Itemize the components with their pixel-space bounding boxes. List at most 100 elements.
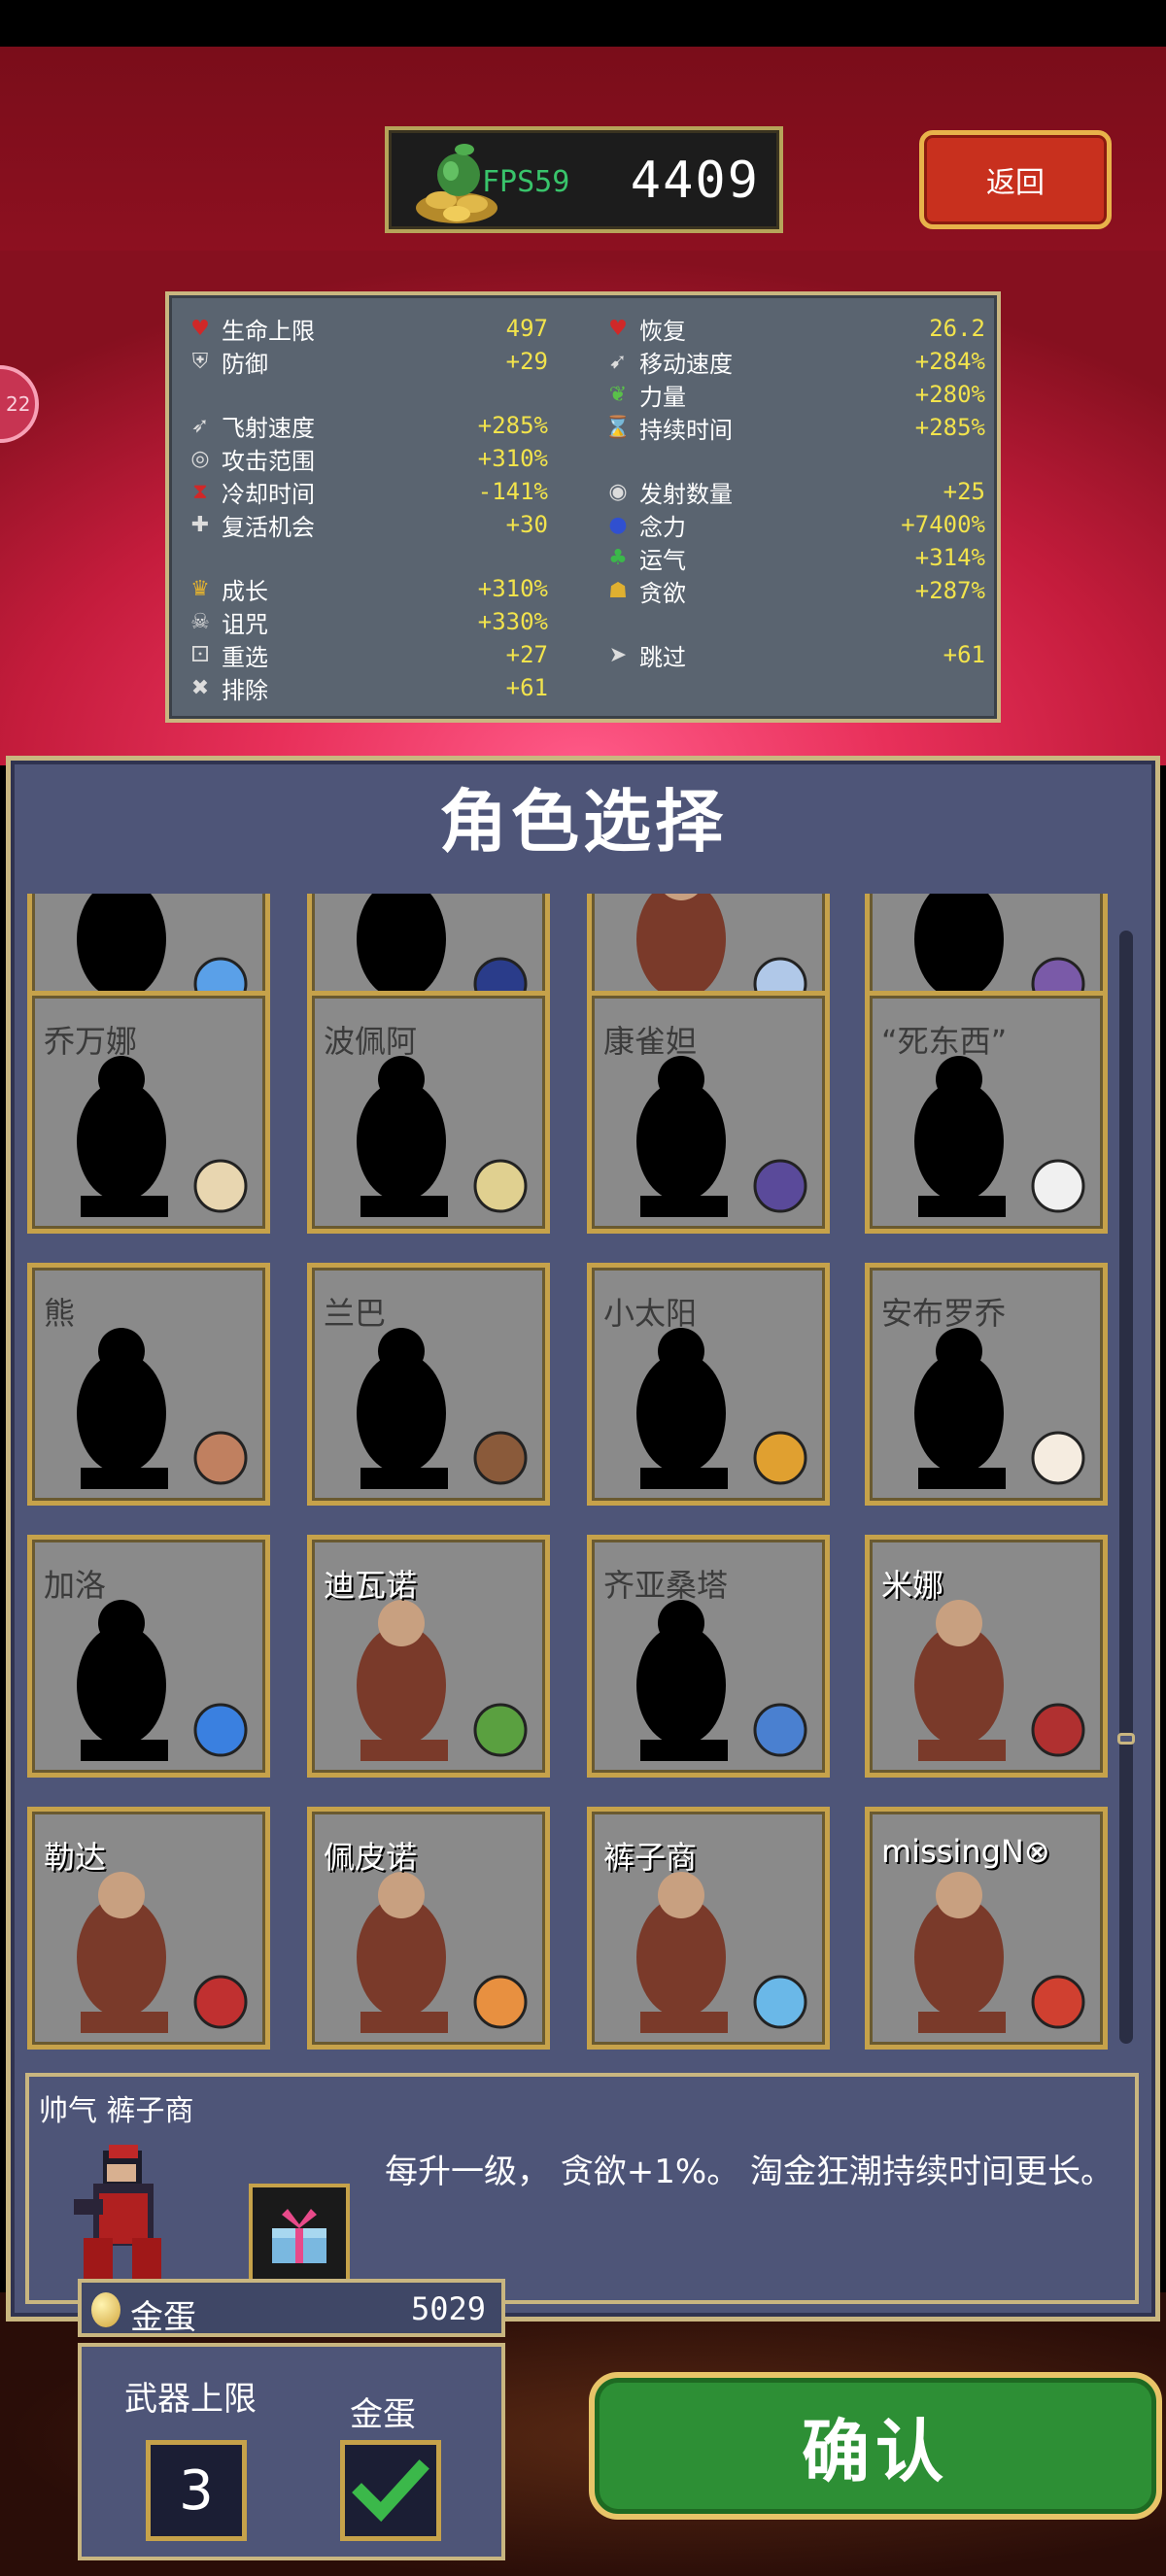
- area-icon: ◎: [190, 446, 210, 471]
- revival-icon: ✚: [190, 512, 210, 537]
- character-name: 迪瓦诺: [324, 1567, 418, 1604]
- stat-label: 诅咒: [222, 610, 268, 638]
- character-card[interactable]: 乔万娜: [27, 991, 270, 1234]
- side-badge-count: 22: [6, 392, 31, 416]
- character-card[interactable]: 裤子商: [587, 1807, 830, 2050]
- stat-label: 飞射速度: [222, 414, 315, 442]
- stat-row: ✖ 排除 +61: [187, 672, 548, 704]
- selected-character-description: 每升一级， 贪欲+1%。 淘金狂潮持续时间更长。: [385, 2152, 1115, 2191]
- character-card[interactable]: 米娜: [865, 1535, 1108, 1778]
- character-card[interactable]: 勒达: [27, 1807, 270, 2050]
- dice-icon: ⚀: [190, 642, 210, 667]
- cooldown-icon: ⧗: [192, 479, 208, 504]
- stat-row: ⧗ 冷却时间 -141%: [187, 476, 548, 508]
- character-name: 加洛: [44, 1567, 107, 1604]
- character-name: 兰巴: [324, 1295, 387, 1332]
- character-card[interactable]: 迪瓦诺: [307, 1535, 550, 1778]
- stat-value: 26.2: [929, 315, 985, 342]
- stat-value: +314%: [914, 544, 985, 571]
- character-card[interactable]: missingN⊗: [865, 1807, 1108, 2050]
- golden-egg-counter: 金蛋 5029: [78, 2279, 505, 2337]
- stat-row: ⌛ 持续时间 +285%: [604, 412, 985, 444]
- stat-value: +310%: [477, 445, 548, 472]
- speed-icon: ➶: [190, 413, 210, 438]
- stat-label: 发射数量: [639, 480, 733, 508]
- stat-value: +310%: [477, 575, 548, 602]
- stat-row: ➶ 飞射速度 +285%: [187, 410, 548, 442]
- stat-label: 复活机会: [222, 513, 315, 541]
- character-card[interactable]: 兰巴: [307, 1263, 550, 1506]
- stat-value: -141%: [477, 478, 548, 505]
- character-grid[interactable]: 乔万娜 波佩阿 康雀妲 “死东西” 熊 兰巴 小太阳 安布罗乔加洛 迪瓦诺 齐亚桑塔 米娜勒达 佩皮诺…: [27, 894, 1115, 2053]
- stat-label: 防御: [222, 350, 268, 378]
- skull-icon: ☠: [190, 609, 210, 634]
- character-card[interactable]: 熊: [27, 1263, 270, 1506]
- skip-icon: ➤: [608, 642, 628, 667]
- confirm-button[interactable]: 确认: [589, 2372, 1162, 2520]
- stat-label: 攻击范围: [222, 447, 315, 475]
- options-panel: 武器上限 金蛋 3: [78, 2343, 505, 2560]
- character-card[interactable]: 佩皮诺: [307, 1807, 550, 2050]
- wing-icon: ➹: [608, 349, 628, 374]
- stat-value: +7400%: [901, 511, 985, 538]
- character-card[interactable]: 加洛: [27, 1535, 270, 1778]
- leaf-icon: ❦: [608, 382, 628, 407]
- checkmark-icon: [352, 2459, 429, 2523]
- stat-row: ◎ 攻击范围 +310%: [187, 443, 548, 475]
- scrollbar-thumb[interactable]: [1117, 1733, 1135, 1745]
- stat-row: ➤ 跳过 +61: [604, 639, 985, 671]
- character-card[interactable]: 康雀妲: [587, 991, 830, 1234]
- character-name: 齐亚桑塔: [603, 1567, 729, 1604]
- stat-row: ❦ 力量 +280%: [604, 379, 985, 411]
- stat-value: +285%: [477, 412, 548, 439]
- stat-row: ♥ 生命上限 497: [187, 313, 548, 345]
- stat-row: ⛨ 防御 +29: [187, 346, 548, 378]
- page-title: 角色选择: [439, 782, 727, 862]
- stat-label: 跳过: [639, 643, 686, 671]
- stat-value: +29: [505, 348, 548, 375]
- character-name: 安布罗乔: [881, 1295, 1007, 1332]
- stat-value: +61: [505, 674, 548, 701]
- weapon-limit-label: 武器上限: [124, 2380, 257, 2419]
- stat-value: +280%: [914, 381, 985, 408]
- stat-value: +30: [505, 511, 548, 538]
- stat-value: +287%: [914, 577, 985, 604]
- stat-row: ✚ 复活机会 +30: [187, 509, 548, 541]
- character-card[interactable]: 安布罗乔: [865, 1263, 1108, 1506]
- character-card[interactable]: 齐亚桑塔: [587, 1535, 830, 1778]
- golden-egg-icon: [91, 2292, 120, 2327]
- stat-value: +330%: [477, 608, 548, 635]
- selected-weapon-slot: [249, 2184, 350, 2285]
- stat-label: 恢复: [639, 317, 686, 345]
- duration-icon: ⌛: [604, 415, 632, 440]
- weapon-limit-value: 3: [179, 2458, 214, 2523]
- back-button[interactable]: 返回: [919, 130, 1112, 229]
- stat-row: ☠ 诅咒 +330%: [187, 606, 548, 638]
- stat-value: +27: [505, 641, 548, 668]
- status-bar: [0, 0, 1166, 47]
- stat-row: ♥ 恢复 26.2: [604, 313, 985, 345]
- stats-panel: ♥ 生命上限 497 ⛨ 防御 +29 ➶ 飞射速度 +285% ◎ 攻击范围 +310% ⧗ 冷却时间 -…: [165, 291, 1001, 723]
- weapon-limit-stepper[interactable]: 3: [146, 2440, 247, 2541]
- amount-icon: ◉: [608, 479, 628, 504]
- character-name: 小太阳: [603, 1295, 698, 1332]
- stat-label: 念力: [639, 513, 686, 541]
- character-card[interactable]: 小太阳: [587, 1263, 830, 1506]
- stat-row: ➹ 移动速度 +284%: [604, 346, 985, 378]
- character-card[interactable]: “死东西”: [865, 991, 1108, 1234]
- golden-egg-toggle[interactable]: [340, 2440, 441, 2541]
- stat-label: 运气: [639, 546, 686, 574]
- stat-value: +61: [943, 641, 985, 668]
- stat-row: ♣ 运气 +314%: [604, 542, 985, 574]
- character-name: 康雀妲: [603, 1023, 698, 1060]
- stat-value: +25: [943, 478, 985, 505]
- stat-label: 生命上限: [222, 317, 315, 345]
- character-description-panel: 帅气 裤子商 每升一级， 贪欲+1%。 淘金狂潮持续时间更长。: [25, 2073, 1139, 2304]
- banish-icon: ✖: [190, 675, 210, 700]
- stat-label: 持续时间: [639, 416, 733, 444]
- golden-egg-count: 5029: [410, 2290, 486, 2327]
- stat-row: ⚀ 重选 +27: [187, 639, 548, 671]
- scrollbar-track[interactable]: [1119, 931, 1133, 2044]
- character-card[interactable]: 波佩阿: [307, 991, 550, 1234]
- stat-row: ♛ 成长 +310%: [187, 573, 548, 605]
